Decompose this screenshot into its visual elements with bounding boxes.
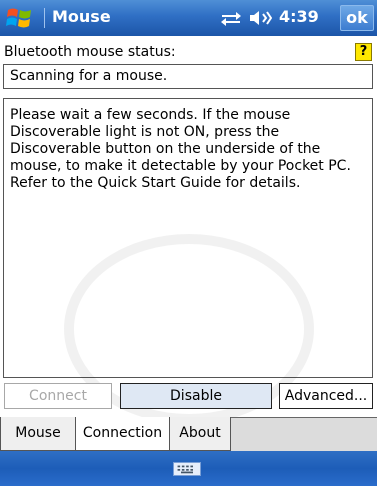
status-label: Bluetooth mouse status: (4, 44, 176, 60)
title-bar: Mouse 4:39 ok (0, 0, 377, 36)
clock[interactable]: 4:39 (279, 7, 319, 26)
title-separator (44, 8, 45, 28)
keyboard-icon[interactable] (173, 462, 201, 476)
tab-strip: Mouse Connection About (0, 417, 377, 451)
tab-connection[interactable]: Connection (76, 417, 170, 451)
disable-button[interactable]: Disable (120, 383, 272, 409)
connect-button[interactable]: Connect (4, 383, 112, 409)
ok-button[interactable]: ok (340, 5, 374, 31)
info-text: Please wait a few seconds. If the mouse … (10, 107, 351, 191)
bottom-bar (0, 451, 377, 486)
advanced-button[interactable]: Advanced... (279, 383, 373, 409)
help-icon[interactable]: ? (355, 43, 372, 61)
volume-icon[interactable] (248, 9, 272, 27)
tab-about[interactable]: About (170, 417, 231, 451)
windows-start-icon[interactable] (5, 4, 35, 32)
tab-mouse[interactable]: Mouse (0, 417, 76, 451)
window-title: Mouse (52, 7, 111, 26)
connectivity-icon[interactable] (220, 10, 242, 26)
status-field: Scanning for a mouse. (3, 64, 373, 89)
info-text-box: Please wait a few seconds. If the mouse … (3, 98, 373, 424)
